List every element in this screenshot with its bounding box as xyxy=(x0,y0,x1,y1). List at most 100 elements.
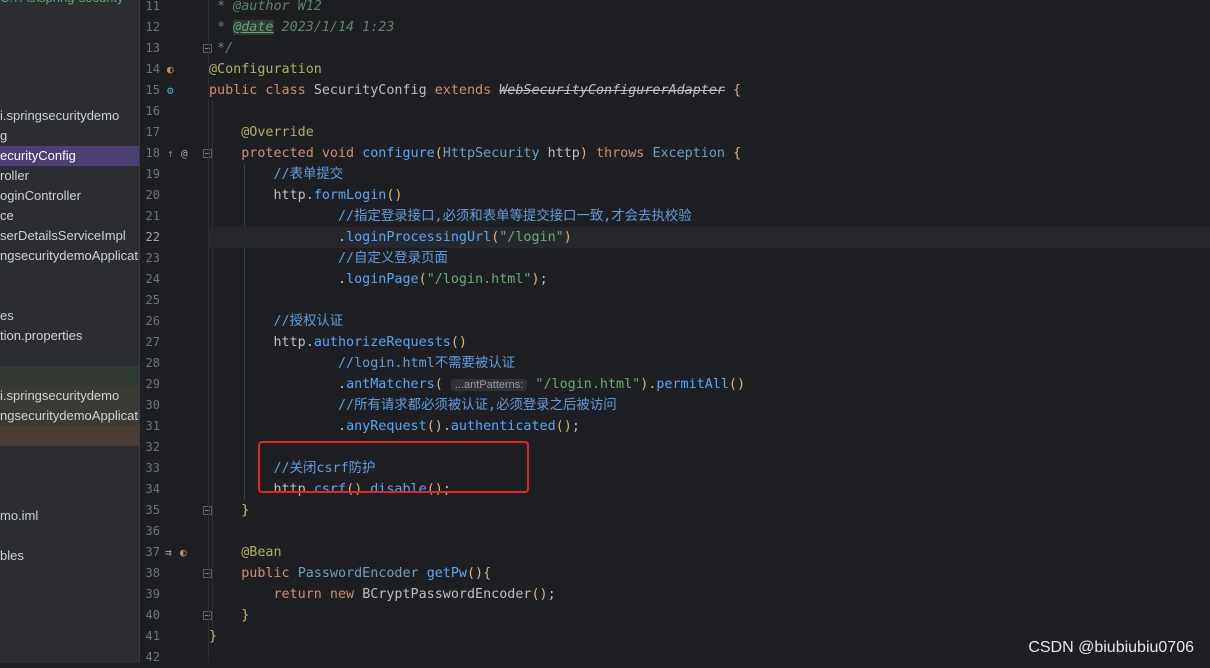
code-line[interactable]: public PasswordEncoder getPw(){ xyxy=(209,563,1210,584)
code-line[interactable]: protected void configure(HttpSecurity ht… xyxy=(209,143,1210,164)
code-line[interactable]: .loginProcessingUrl("/login") xyxy=(209,227,1210,248)
code-token: ) xyxy=(563,230,572,245)
code-line[interactable]: @Bean xyxy=(209,542,1210,563)
bean-method-icon[interactable]: ⇉ xyxy=(165,542,172,563)
parameter-hint: ...antPatterns: xyxy=(450,379,528,391)
code-token: . xyxy=(305,335,314,350)
code-line[interactable]: @Override xyxy=(209,122,1210,143)
code-line[interactable] xyxy=(209,521,1210,542)
sidebar-item[interactable]: i.springsecuritydemo xyxy=(0,386,139,406)
sidebar-item-label: mo.iml xyxy=(0,508,39,523)
code-token: . xyxy=(442,419,451,434)
sidebar-item[interactable]: g xyxy=(0,126,139,146)
code-token: () xyxy=(555,419,572,434)
sidebar-item[interactable]: ngsecuritydemoApplicatio xyxy=(0,246,139,266)
sidebar-empty-row xyxy=(0,426,139,446)
code-line[interactable]: http.authorizeRequests() xyxy=(209,332,1210,353)
code-token: @Configuration xyxy=(209,62,322,77)
code-line[interactable] xyxy=(209,290,1210,311)
sidebar-empty-row xyxy=(0,446,139,466)
csdn-watermark: CSDN @biubiubiu0706 xyxy=(1028,639,1194,656)
code-token: ( xyxy=(434,377,443,392)
line-number: 29 xyxy=(145,377,160,391)
sidebar-item-label: roller xyxy=(0,168,29,183)
code-line[interactable]: public class SecurityConfig extends WebS… xyxy=(209,80,1210,101)
sidebar-item[interactable]: ecurityConfig xyxy=(0,146,139,166)
override-arrow-icon[interactable]: ↑ xyxy=(167,143,174,164)
code-line[interactable]: @Configuration xyxy=(209,59,1210,80)
line-number: 39 xyxy=(145,587,160,601)
code-line[interactable]: } xyxy=(209,500,1210,521)
bean-icon[interactable]: ◐ xyxy=(180,542,187,563)
code-token: throws xyxy=(587,146,653,161)
sidebar-item[interactable]: ce xyxy=(0,206,139,226)
sidebar-item[interactable]: bles xyxy=(0,546,139,566)
code-token: http xyxy=(273,335,306,350)
sidebar-empty-row xyxy=(0,346,139,366)
line-number: 28 xyxy=(145,356,160,370)
code-token: } xyxy=(241,608,250,623)
line-number: 42 xyxy=(145,650,160,664)
sidebar-item-label: serDetailsServiceImpl xyxy=(0,228,126,243)
code-line[interactable]: return new BCryptPasswordEncoder(); xyxy=(209,584,1210,605)
code-token: . xyxy=(209,419,347,434)
code-line[interactable]: } xyxy=(209,605,1210,626)
code-line[interactable]: * @date 2023/1/14 1:23 xyxy=(209,17,1210,38)
line-number: 37 xyxy=(145,545,160,559)
line-number: 21 xyxy=(145,209,160,223)
code-line[interactable]: */ xyxy=(209,38,1210,59)
sidebar-item-label: ce xyxy=(0,208,14,223)
code-line[interactable]: .loginPage("/login.html"); xyxy=(209,269,1210,290)
sidebar-item[interactable]: serDetailsServiceImpl xyxy=(0,226,139,246)
code-line[interactable]: * @author W12 xyxy=(209,0,1210,17)
code-token: authenticated xyxy=(450,419,556,434)
line-number: 15 xyxy=(145,83,160,97)
code-line[interactable]: //授权认证 xyxy=(209,311,1210,332)
sidebar-item[interactable]: oginController xyxy=(0,186,139,206)
code-token: */ xyxy=(209,41,234,56)
code-token: "/login" xyxy=(499,230,564,245)
code-token: http xyxy=(547,146,580,161)
line-number-gutter: 11 12 13 14 15 16 17 18 19 20 21 22 23 24 25 26 27 28 29 30… xyxy=(140,0,212,664)
code-line[interactable]: //指定登录接口,必须和表单等提交接口一致,才会去执校验 xyxy=(209,206,1210,227)
code-token: () xyxy=(450,335,467,350)
code-line[interactable]: .anyRequest().authenticated(); xyxy=(209,416,1210,437)
line-number: 18 xyxy=(145,146,160,160)
code-line[interactable]: //表单提交 xyxy=(209,164,1210,185)
sidebar-item[interactable]: ngsecuritydemoApplicatio xyxy=(0,406,139,426)
code-token: //login.html不需要被认证 xyxy=(338,356,516,371)
code-line[interactable]: .antMatchers( ...antPatterns: "/login.ht… xyxy=(209,374,1210,395)
code-line[interactable]: //自定义登录页面 xyxy=(209,248,1210,269)
sidebar-item[interactable]: tion.properties xyxy=(0,326,139,346)
bean-icon[interactable]: ◐ xyxy=(167,59,174,80)
code-token: return new xyxy=(273,587,363,602)
code-token: getPw xyxy=(426,566,467,581)
code-token: HttpSecurity xyxy=(442,146,548,161)
line-number: 32 xyxy=(145,440,160,454)
code-line[interactable]: http.formLogin() xyxy=(209,185,1210,206)
sidebar-item[interactable]: es xyxy=(0,306,139,326)
code-token: http xyxy=(273,188,306,203)
sidebar-empty-row xyxy=(0,266,139,286)
sidebar-item[interactable]: roller xyxy=(0,166,139,186)
sidebar-item[interactable]: mo.iml xyxy=(0,506,139,526)
code-token: WebSecurityConfigurerAdapter xyxy=(499,83,725,98)
spring-gear-icon[interactable]: ⚙ xyxy=(167,80,174,101)
code-token: } xyxy=(241,503,250,518)
at-sign-icon[interactable]: @ xyxy=(181,143,188,164)
code-editor[interactable]: * @author W12 * @date 2023/1/14 1:23 */ @… xyxy=(209,0,1210,663)
line-number: 12 xyxy=(145,20,160,34)
sidebar-empty-row xyxy=(0,286,139,306)
code-line[interactable]: //login.html不需要被认证 xyxy=(209,353,1210,374)
sidebar-empty-row xyxy=(0,526,139,546)
code-line[interactable] xyxy=(209,101,1210,122)
code-line[interactable]: //所有请求都必须被认证,必须登录之后被访问 xyxy=(209,395,1210,416)
code-token: { xyxy=(483,566,492,581)
code-token: ( xyxy=(434,146,443,161)
sidebar-item[interactable]: i.springsecuritydemo xyxy=(0,106,139,126)
